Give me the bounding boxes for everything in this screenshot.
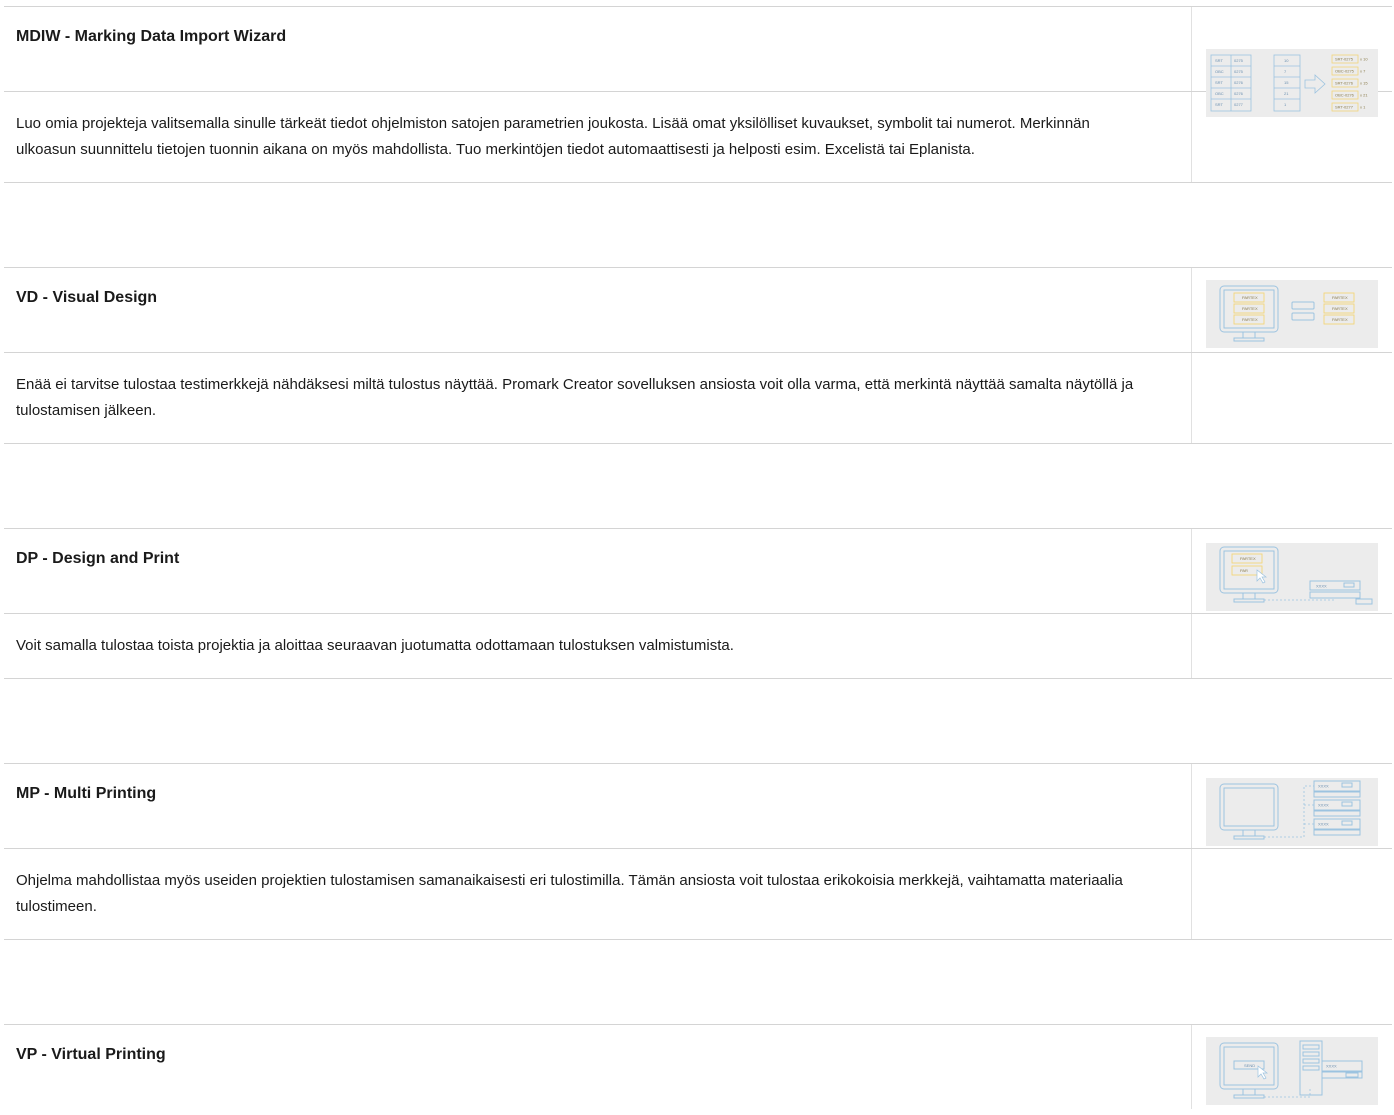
import-result-count: x 10: [1360, 57, 1368, 62]
feature-description-row: Ohjelma mahdollistaa myös useiden projek…: [4, 849, 1392, 940]
printer-display-text: XXXX: [1318, 822, 1329, 827]
import-result-label: SRT-0276: [1335, 81, 1354, 86]
feature-row-dp: DP - Design and Print PARTEX PAR XXXX: [4, 529, 1392, 614]
feature-title: VP - Virtual Printing: [16, 1046, 166, 1063]
feature-description-row: Luo omia projekteja valitsemalla sinulle…: [4, 92, 1392, 183]
import-result-count: x 15: [1360, 81, 1368, 86]
label-text: PARTEX: [1332, 306, 1348, 311]
import-table-cell: 0275: [1234, 69, 1244, 74]
printer-display-text: XXXX: [1316, 584, 1327, 589]
row-divider: [4, 183, 1392, 268]
partial-label-text: PAR: [1240, 568, 1248, 573]
feature-title: DP - Design and Print: [16, 550, 180, 567]
feature-title: MDIW - Marking Data Import Wizard: [16, 28, 287, 45]
import-result-label: OBC-0275: [1335, 69, 1355, 74]
multi-printing-illustration: XXXX XXXX XXXX: [1205, 778, 1378, 846]
label-text: PARTEX: [1242, 317, 1258, 322]
feature-description: Luo omia projekteja valitsemalla sinulle…: [4, 92, 1192, 182]
label-text: PARTEX: [1332, 317, 1348, 322]
import-table-cell: 0275: [1234, 58, 1244, 63]
row-divider: [4, 444, 1392, 529]
import-table-cell: 10: [1284, 58, 1289, 63]
label-text: PARTEX: [1240, 556, 1256, 561]
import-result-label: SRT-0275: [1335, 57, 1354, 62]
visual-design-illustration: PARTEX PARTEX PARTEX PARTEX PARTEX PARTE…: [1205, 280, 1378, 348]
feature-description: Ohjelma mahdollistaa myös useiden projek…: [4, 849, 1192, 939]
import-table-cell: OBC: [1215, 69, 1224, 74]
feature-description-row: Voit samalla tulostaa toista projektia j…: [4, 614, 1392, 679]
label-text: PARTEX: [1242, 306, 1258, 311]
label-text: PARTEX: [1242, 295, 1258, 300]
feature-row-mdiw: MDIW - Marking Data Import Wizard SRT 02…: [4, 7, 1392, 117]
import-table-cell: SRT: [1215, 58, 1223, 63]
import-table-cell: 15: [1284, 80, 1289, 85]
printer-display-text: XXXX: [1326, 1064, 1337, 1069]
import-table-cell: 7: [1284, 69, 1287, 74]
feature-row-vd: VD - Visual Design PARTEX PARTEX PARTEX …: [4, 268, 1392, 353]
label-text: PARTEX: [1332, 295, 1348, 300]
design-and-print-illustration: PARTEX PAR XXXX: [1205, 543, 1378, 611]
feature-description-row: Enää ei tarvitse tulostaa testimerkkejä …: [4, 353, 1392, 444]
printer-display-text: XXXX: [1318, 784, 1329, 789]
feature-title: VD - Visual Design: [16, 289, 158, 306]
virtual-printing-illustration: SEND XXXX: [1205, 1037, 1378, 1105]
row-divider: [4, 940, 1392, 1025]
feature-row-mp: MP - Multi Printing XXXX XXXX XXXX: [4, 764, 1392, 849]
send-label: SEND: [1244, 1063, 1255, 1068]
feature-description: Enää ei tarvitse tulostaa testimerkkejä …: [4, 353, 1192, 443]
feature-row-vp: VP - Virtual Printing SEND XXXX: [4, 1025, 1392, 1109]
printer-display-text: XXXX: [1318, 803, 1329, 808]
import-table-cell: 0276: [1234, 80, 1244, 85]
feature-description: Voit samalla tulostaa toista projektia j…: [4, 614, 1192, 678]
feature-title: MP - Multi Printing: [16, 785, 157, 802]
import-result-count: x 7: [1360, 69, 1366, 74]
row-divider: [4, 679, 1392, 764]
import-table-cell: SRT: [1215, 80, 1223, 85]
feature-table: MDIW - Marking Data Import Wizard SRT 02…: [4, 6, 1392, 1109]
